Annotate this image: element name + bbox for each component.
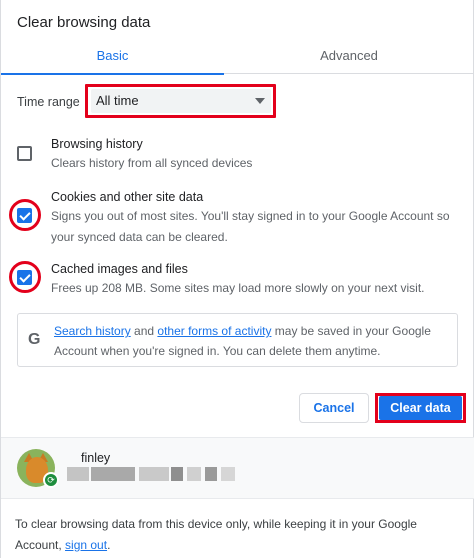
redaction-block [139, 467, 169, 481]
sync-icon: ⟳ [43, 472, 59, 488]
info-connector: and [130, 324, 158, 338]
redaction-block [67, 467, 89, 481]
time-range-value: All time [96, 93, 139, 108]
footer-note: To clear browsing data from this device … [15, 514, 459, 556]
tab-basic[interactable]: Basic [1, 42, 224, 75]
redaction-block [187, 467, 201, 481]
dialog-title: Clear browsing data [17, 14, 151, 31]
account-section: ⟳ finley [1, 437, 474, 499]
google-activity-info: G Search history and other forms of acti… [17, 313, 458, 367]
clear-data-button[interactable]: Clear data [379, 396, 462, 420]
browsing-history-checkbox[interactable] [17, 146, 32, 161]
option-title: Browsing history [51, 137, 143, 151]
tab-advanced[interactable]: Advanced [233, 42, 465, 74]
redaction-block [171, 467, 183, 481]
clear-browsing-data-dialog: Clear browsing data Basic Advanced Time … [0, 0, 474, 558]
other-activity-link[interactable]: other forms of activity [157, 324, 271, 338]
option-cookies: Cookies and other site data Signs you ou… [51, 190, 461, 248]
option-cached-images: Cached images and files Frees up 208 MB.… [51, 262, 461, 299]
redaction-block [205, 467, 217, 481]
option-title: Cookies and other site data [51, 190, 204, 204]
tab-bar: Basic Advanced [1, 42, 474, 75]
footer-end: . [107, 538, 111, 552]
option-browsing-history: Browsing history Clears history from all… [51, 137, 252, 174]
time-range-label: Time range [17, 95, 80, 109]
cookies-checkbox[interactable] [17, 208, 32, 223]
info-text: Search history and other forms of activi… [54, 321, 454, 361]
redacted-email [67, 467, 237, 481]
redaction-block [91, 467, 135, 481]
account-name: finley [81, 451, 111, 465]
option-description: Frees up 208 MB. Some sites may load mor… [51, 281, 425, 295]
google-g-icon: G [28, 331, 41, 348]
redaction-block [221, 467, 235, 481]
option-description: Signs you out of most sites. You'll stay… [51, 209, 450, 244]
option-title: Cached images and files [51, 262, 188, 276]
search-history-link[interactable]: Search history [54, 324, 131, 338]
time-range-select[interactable]: All time [91, 89, 271, 113]
cancel-button[interactable]: Cancel [299, 393, 369, 423]
option-description: Clears history from all synced devices [51, 156, 253, 170]
sign-out-link[interactable]: sign out [65, 538, 107, 552]
dropdown-arrow-icon [255, 98, 265, 104]
cached-images-checkbox[interactable] [17, 270, 32, 285]
